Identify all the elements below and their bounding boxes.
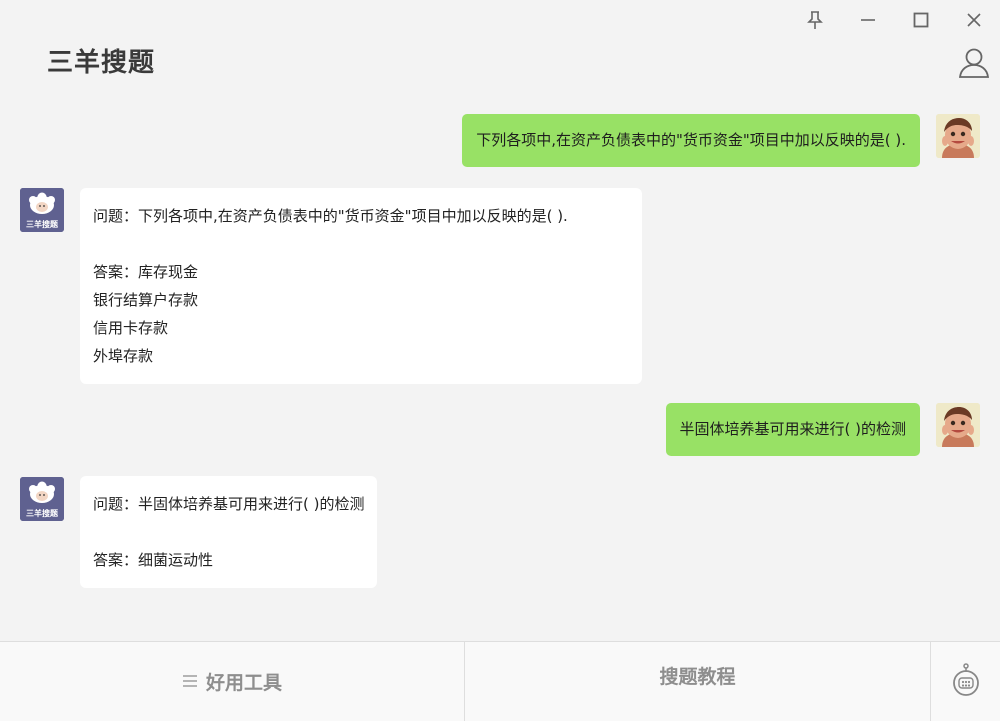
bot-avatar-label: 三羊搜题 (26, 219, 59, 229)
user-message-text: 半固体培养基可用来进行( )的检测 (679, 420, 906, 438)
user-avatar[interactable] (936, 403, 980, 447)
answer-line: 外埠存款 (93, 347, 154, 365)
tutorial-tab[interactable]: 搜题教程 (465, 636, 930, 715)
user-message-text: 下列各项中,在资产负债表中的"货币资金"项目中加以反映的是( ). (476, 131, 906, 149)
bottom-toolbar: 好用工具 搜题教程 (0, 641, 1000, 721)
bot-avatar: 三羊搜题 (20, 188, 64, 232)
answer-question-line: 问题：半固体培养基可用来进行( )的检测 (93, 495, 365, 513)
answer-question-line: 问题：下列各项中,在资产负债表中的"货币资金"项目中加以反映的是( ). (93, 207, 568, 225)
bot-avatar: 三羊搜题 (20, 477, 64, 521)
answer-line: 银行结算户存款 (93, 291, 199, 309)
bot-answer-bubble: 问题：下列各项中,在资产负债表中的"货币资金"项目中加以反映的是( ). 答案：… (80, 188, 642, 384)
robot-icon (951, 662, 981, 701)
answer-line: 答案：库存现金 (93, 263, 199, 281)
answer-line: 答案：细菌运动性 (93, 551, 214, 569)
minimize-icon[interactable] (856, 8, 880, 32)
user-message-bubble: 下列各项中,在资产负债表中的"货币资金"项目中加以反映的是( ). (462, 114, 920, 167)
pin-icon[interactable] (803, 8, 827, 32)
bot-answer-bubble: 问题：半固体培养基可用来进行( )的检测 答案：细菌运动性 (80, 476, 378, 588)
user-message-bubble: 半固体培养基可用来进行( )的检测 (665, 403, 920, 456)
user-avatar[interactable] (936, 114, 980, 158)
robot-button[interactable] (931, 642, 1000, 721)
tools-tab[interactable]: 好用工具 (0, 642, 464, 721)
tools-tab-label: 好用工具 (205, 672, 282, 694)
answer-spacer (93, 518, 364, 546)
app-title: 三羊搜题 (47, 48, 156, 78)
bot-avatar-label: 三羊搜题 (26, 508, 59, 518)
user-icon[interactable] (958, 46, 990, 80)
tutorial-tab-label: 搜题教程 (659, 666, 736, 688)
menu-icon (182, 671, 198, 693)
close-icon[interactable] (962, 8, 986, 32)
maximize-icon[interactable] (909, 8, 933, 32)
answer-line: 信用卡存款 (93, 319, 169, 337)
answer-spacer (93, 230, 629, 258)
